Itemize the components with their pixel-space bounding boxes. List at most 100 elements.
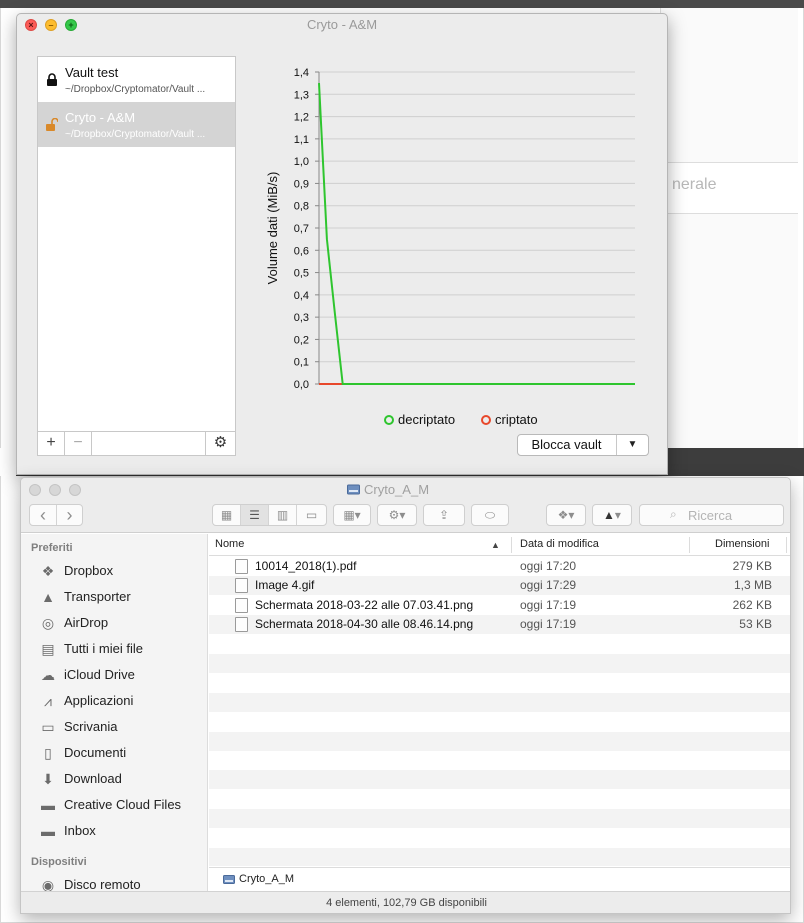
empty-row (209, 712, 790, 731)
close-button[interactable]: × (25, 19, 37, 31)
column-view-icon[interactable]: ▥ (269, 505, 297, 525)
file-row[interactable]: Schermata 2018-03-22 alle 07.03.41.png og… (209, 596, 790, 615)
empty-row (209, 770, 790, 790)
sidebar-item-desktop[interactable]: ▭ Scrivania (21, 715, 207, 739)
sort-ascending-icon[interactable]: ▲ (491, 540, 500, 550)
sidebar-item-label: Download (64, 771, 122, 786)
desktop-icon: ▭ (41, 719, 55, 735)
column-size[interactable]: Dimensioni (715, 538, 769, 550)
lock-vault-label: Blocca vault (531, 437, 602, 452)
sidebar-item-label: iCloud Drive (64, 667, 135, 682)
settings-button[interactable]: ⚙ (205, 432, 235, 455)
lock-vault-button[interactable]: Blocca vault ▼ (517, 434, 649, 456)
tag-icon: ⬭ (484, 508, 496, 522)
y-tick-label: 0,3 (294, 312, 309, 324)
sidebar-item-applications[interactable]: ⩘ Applicazioni (21, 689, 207, 713)
y-tick-label: 1,2 (294, 112, 309, 124)
sidebar-item-label: Disco remoto (64, 877, 141, 892)
vault-name: Cryto - A&M (65, 110, 136, 125)
nav-buttons: ‹ › (29, 504, 83, 526)
sidebar-item-download[interactable]: ⬇ Download (21, 767, 207, 791)
y-tick-label: 1,3 (294, 89, 309, 101)
vault-item-cryto-am[interactable]: Cryto - A&M ~/Dropbox/Cryptomator/Vault … (38, 102, 235, 147)
column-name[interactable]: Nome (215, 538, 244, 550)
y-axis-label: Volume dati (MiB/s) (265, 172, 280, 285)
transporter-button[interactable]: ▲▾ (592, 504, 632, 526)
list-view-icon[interactable]: ☰ (241, 505, 269, 525)
column-divider[interactable] (511, 537, 512, 553)
forward-button[interactable]: › (57, 505, 82, 525)
folder-icon: ▬ (41, 823, 55, 839)
y-tick-label: 0,5 (294, 268, 309, 280)
finder-titlebar: Cryto_A_M ‹ › ▦ ☰ ▥ ▭ ▦▾ ⚙▾ ⇪ ⬭ ❖▾ ▲▾ ⌕ … (21, 478, 790, 533)
status-bar: 4 elementi, 102,79 GB disponibili (21, 891, 790, 913)
file-size: 262 KB (732, 597, 772, 612)
file-row[interactable]: Schermata 2018-04-30 alle 08.46.14.png og… (209, 615, 790, 635)
lock-icon (47, 73, 57, 86)
vault-item-vault-test[interactable]: Vault test ~/Dropbox/Cryptomator/Vault .… (38, 57, 235, 102)
close-icon: × (28, 20, 34, 30)
column-divider[interactable] (689, 537, 690, 553)
add-vault-button[interactable]: + (38, 432, 65, 455)
legend-label: criptato (495, 412, 538, 427)
sidebar-item-documents[interactable]: ▯ Documenti (21, 741, 207, 765)
arrange-icon: ▦ (343, 508, 355, 522)
cover-flow-icon[interactable]: ▭ (297, 505, 326, 525)
sidebar-item-label: Creative Cloud Files (64, 797, 182, 812)
minimize-button[interactable]: – (45, 19, 57, 31)
documents-icon: ▯ (44, 745, 52, 761)
sidebar-item-label: Dropbox (64, 563, 114, 578)
applications-icon: ⩘ (44, 693, 52, 709)
y-tick-label: 0,6 (294, 245, 309, 257)
share-button[interactable]: ⇪ (423, 504, 465, 526)
sidebar-item-inbox[interactable]: ▬ Inbox (21, 819, 207, 843)
transporter-icon: ▲ (41, 589, 55, 605)
icon-view-icon[interactable]: ▦ (213, 505, 241, 525)
file-icon (235, 559, 248, 574)
column-divider[interactable] (786, 537, 787, 553)
file-row[interactable]: 10014_2018(1).pdf oggi 17:20 279 KB (209, 557, 790, 576)
tag-button[interactable]: ⬭ (471, 504, 509, 526)
sidebar-item-transporter[interactable]: ▲ Transporter (21, 585, 207, 609)
view-switcher: ▦ ☰ ▥ ▭ (212, 504, 327, 526)
file-row[interactable]: Image 4.gif oggi 17:29 1,3 MB (209, 576, 790, 596)
column-date[interactable]: Data di modifica (520, 538, 599, 550)
sidebar-item-icloud[interactable]: ☁ iCloud Drive (21, 663, 207, 687)
empty-row (209, 790, 790, 809)
gear-icon: ⚙ (388, 508, 400, 522)
chevron-down-icon: ▾ (399, 508, 406, 522)
sidebar-item-label: Scrivania (64, 719, 118, 734)
chart-svg: 0,0 0,1 0,2 0,3 0,4 0,5 0,6 0,7 0,8 0,9 1,0 1,1 1,2 1… (265, 67, 635, 427)
zoom-button[interactable] (69, 484, 81, 496)
arrange-button[interactable]: ▦▾ (333, 504, 371, 526)
file-icon (235, 597, 248, 613)
close-button[interactable] (29, 484, 41, 496)
background-strip (0, 0, 804, 8)
action-button[interactable]: ⚙▾ (377, 504, 417, 526)
sidebar-item-label: AirDrop (64, 615, 109, 630)
legend-marker (481, 415, 491, 425)
folder-icon: ▬ (41, 797, 55, 813)
path-item[interactable]: Cryto_A_M (239, 873, 294, 885)
minimize-button[interactable] (49, 484, 61, 496)
all-files-icon: ▤ (41, 641, 55, 657)
column-header: Nome ▲ Data di modifica Dimensioni (209, 534, 790, 556)
remove-vault-button[interactable]: − (65, 432, 92, 455)
search-input[interactable]: ⌕ Ricerca (639, 504, 784, 526)
sidebar-section-favorites: Preferiti (31, 542, 73, 554)
back-button[interactable]: ‹ (30, 505, 57, 525)
zoom-button[interactable]: + (65, 19, 77, 31)
dropbox-button[interactable]: ❖▾ (546, 504, 586, 526)
sidebar-item-dropbox[interactable]: ❖ Dropbox (21, 559, 207, 583)
chevron-down-icon: ▾ (354, 508, 361, 522)
empty-row (209, 654, 790, 673)
file-date: oggi 17:19 (520, 597, 577, 612)
file-date: oggi 17:19 (520, 617, 577, 632)
sidebar-item-creative-cloud[interactable]: ▬ Creative Cloud Files (21, 793, 207, 817)
chevron-down-icon[interactable]: ▼ (617, 435, 648, 455)
file-icon (235, 578, 248, 594)
sidebar-item-airdrop[interactable]: ◎ AirDrop (21, 611, 207, 635)
empty-row (209, 692, 790, 712)
file-name: 10014_2018(1).pdf (255, 559, 357, 573)
sidebar-item-all-files[interactable]: ▤ Tutti i miei file (21, 637, 207, 661)
